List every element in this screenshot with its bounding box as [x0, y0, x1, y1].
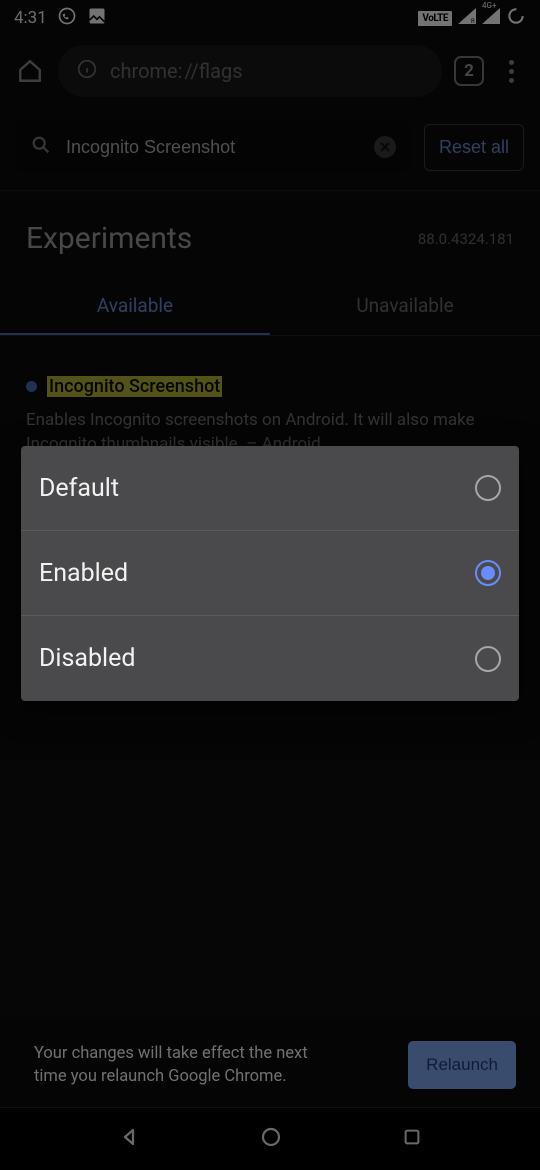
relaunch-bar: Your changes will take effect the next t…	[0, 1023, 540, 1107]
radio-icon	[475, 475, 501, 501]
relaunch-button[interactable]: Relaunch	[408, 1041, 516, 1089]
radio-icon	[475, 646, 501, 672]
option-default[interactable]: Default	[21, 446, 519, 531]
option-enabled[interactable]: Enabled	[21, 531, 519, 616]
option-disabled[interactable]: Disabled	[21, 616, 519, 701]
option-label: Default	[39, 474, 119, 503]
relaunch-message: Your changes will take effect the next t…	[34, 1042, 344, 1088]
radio-icon	[475, 560, 501, 586]
option-label: Enabled	[39, 559, 128, 588]
flag-value-dropdown: Default Enabled Disabled	[21, 446, 519, 701]
option-label: Disabled	[39, 644, 135, 673]
